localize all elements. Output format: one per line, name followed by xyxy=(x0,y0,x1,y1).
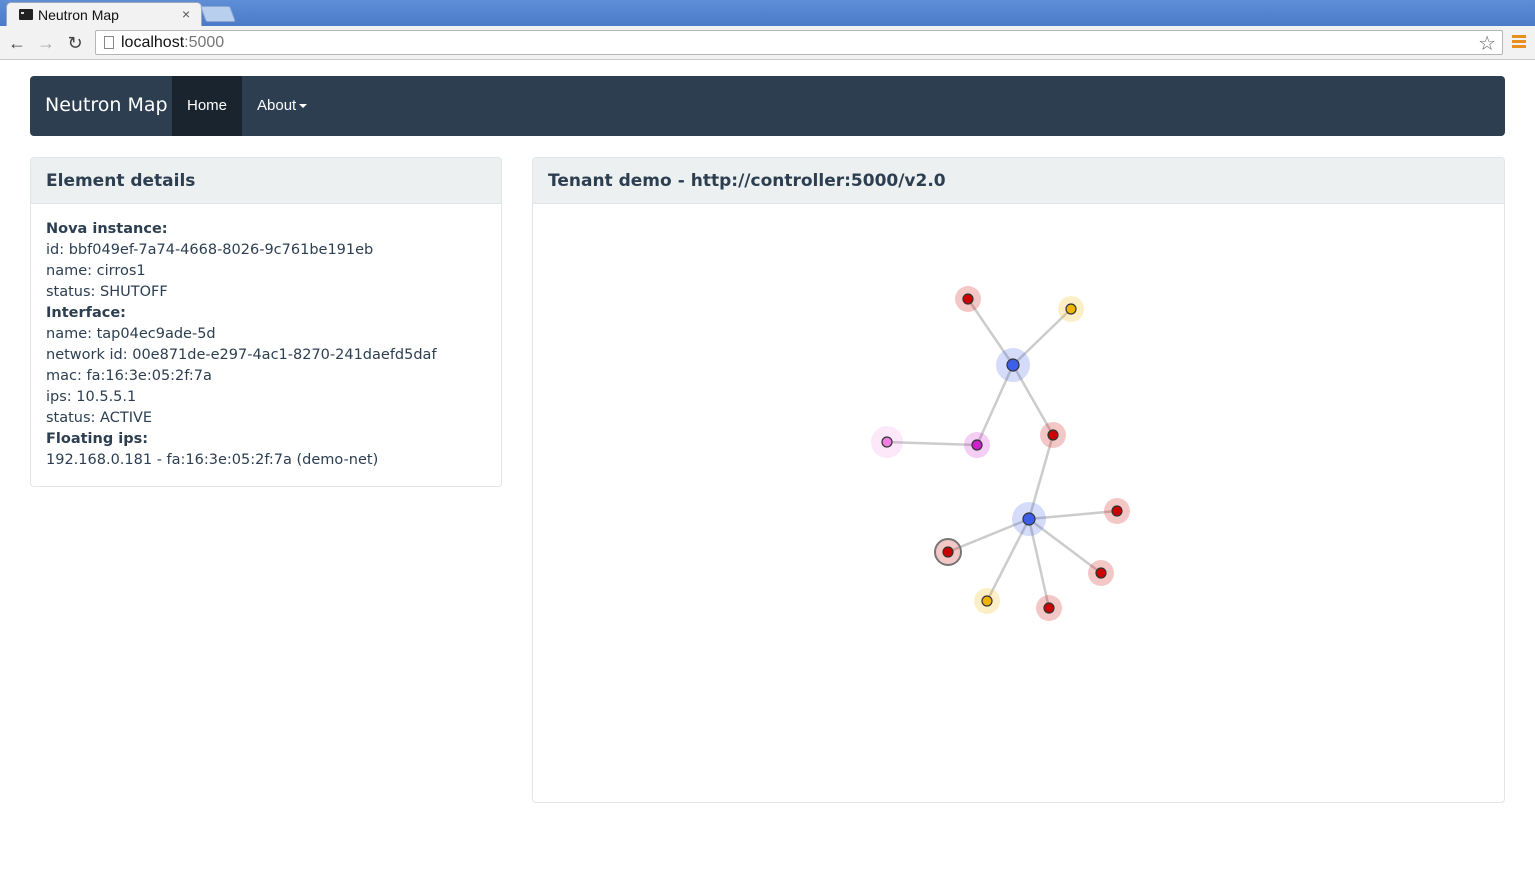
instance-node[interactable] xyxy=(934,538,962,566)
port-node[interactable] xyxy=(1058,296,1084,322)
browser-tabstrip: Neutron Map × xyxy=(0,0,1535,26)
detail-line: network id: 00e871de-e297-4ac1-8270-241d… xyxy=(46,347,437,363)
forward-icon[interactable]: → xyxy=(35,32,57,54)
tenant-label: Tenant demo xyxy=(548,171,672,191)
port-node[interactable] xyxy=(974,588,1000,614)
navbar: Neutron Map Home About xyxy=(30,76,1505,136)
close-icon[interactable]: × xyxy=(182,6,190,22)
network-graph[interactable] xyxy=(533,204,1504,802)
detail-line: mac: fa:16:3e:05:2f:7a xyxy=(46,368,212,384)
detail-heading: Interface: xyxy=(46,305,126,321)
detail-line: status: ACTIVE xyxy=(46,410,153,426)
title-separator: - xyxy=(677,171,685,191)
new-tab-button[interactable] xyxy=(200,6,236,22)
instance-node[interactable] xyxy=(955,286,981,312)
detail-line: ips: 10.5.5.1 xyxy=(46,389,137,405)
panel-title: Element details xyxy=(31,158,501,204)
bookmark-star-icon[interactable]: ☆ xyxy=(1478,31,1496,56)
menu-icon[interactable] xyxy=(1512,35,1526,49)
browser-tab[interactable]: Neutron Map × xyxy=(6,2,202,26)
instance-node[interactable] xyxy=(1104,498,1130,524)
network-node[interactable] xyxy=(1012,502,1046,536)
detail-line: name: cirros1 xyxy=(46,263,146,279)
address-bar[interactable]: localhost:5000 ☆ xyxy=(95,30,1503,55)
terminal-icon xyxy=(19,9,33,20)
detail-line: status: SHUTOFF xyxy=(46,284,168,300)
details-body: Nova instance: id: bbf049ef-7a74-4668-802… xyxy=(31,204,501,486)
tenant-map-panel: Tenant demo - http://controller:5000/v2.0 xyxy=(532,157,1505,803)
brand-link[interactable]: Neutron Map xyxy=(45,94,168,116)
url-text[interactable]: localhost:5000 xyxy=(121,34,224,52)
router-node[interactable] xyxy=(964,432,990,458)
detail-line: id: bbf049ef-7a74-4668-8026-9c761be191eb xyxy=(46,242,374,258)
detail-line: name: tap04ec9ade-5d xyxy=(46,326,216,342)
instance-node[interactable] xyxy=(1036,595,1062,621)
detail-line: 192.168.0.181 - fa:16:3e:05:2f:7a (demo-… xyxy=(46,452,379,468)
reload-icon[interactable]: ↻ xyxy=(64,32,86,54)
back-icon[interactable]: ← xyxy=(6,32,28,54)
detail-heading: Nova instance: xyxy=(46,221,168,237)
caret-down-icon xyxy=(299,104,308,109)
tab-title: Neutron Map xyxy=(38,7,119,23)
instance-node[interactable] xyxy=(1088,560,1114,586)
instance-node[interactable] xyxy=(1040,422,1066,448)
element-details-panel: Element details Nova instance: id: bbf049… xyxy=(30,157,502,487)
browser-toolbar: ← → ↻ localhost:5000 ☆ xyxy=(0,26,1535,60)
external-node[interactable] xyxy=(871,426,903,458)
map-panel-title: Tenant demo - http://controller:5000/v2.0 xyxy=(533,158,1504,204)
nav-home[interactable]: Home xyxy=(172,76,242,136)
page-icon xyxy=(104,36,114,49)
endpoint-url: http://controller:5000/v2.0 xyxy=(690,171,946,191)
detail-heading: Floating ips: xyxy=(46,431,149,447)
network-node[interactable] xyxy=(996,348,1030,382)
nav-about-dropdown[interactable]: About xyxy=(257,76,308,136)
